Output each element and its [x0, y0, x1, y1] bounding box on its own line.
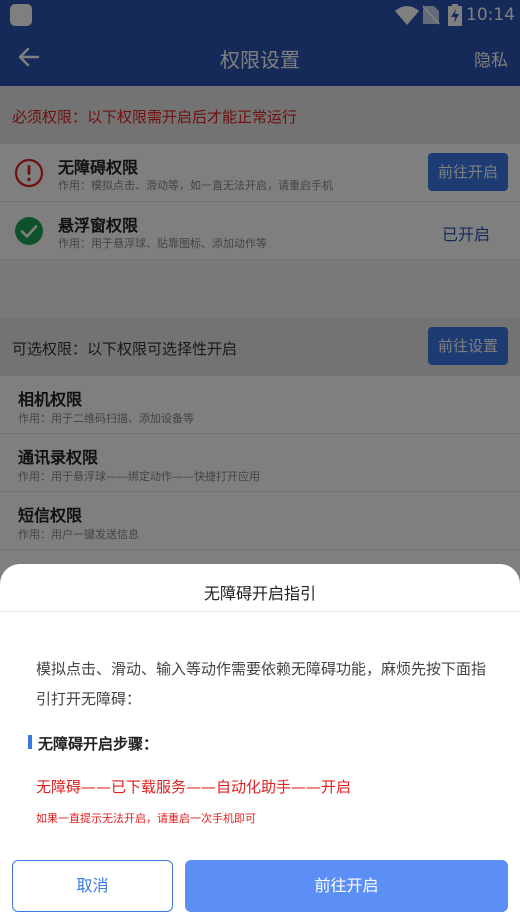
dialog-body: 模拟点击、滑动、输入等动作需要依赖无障碍功能，麻烦先按下面指引打开无障碍：: [36, 660, 487, 708]
settings-path: 无障碍——已下载服务——自动化助手——开启: [36, 778, 352, 796]
dialog-divider: [0, 611, 520, 612]
accessibility-guide-sheet: 无障碍开启指引 模拟点击、滑动、输入等动作需要依赖无障碍功能，麻烦先按下面指引打…: [0, 564, 520, 924]
section-marker: [28, 735, 32, 749]
steps-title: 无障碍开启步骤：: [38, 735, 159, 753]
go-enable-button[interactable]: 前往开启: [185, 860, 508, 912]
restart-tip: 如果一直提示无法开启，请重启一次手机即可: [36, 812, 256, 825]
cancel-button[interactable]: 取消: [12, 860, 173, 912]
dialog-title: 无障碍开启指引: [203, 584, 316, 603]
